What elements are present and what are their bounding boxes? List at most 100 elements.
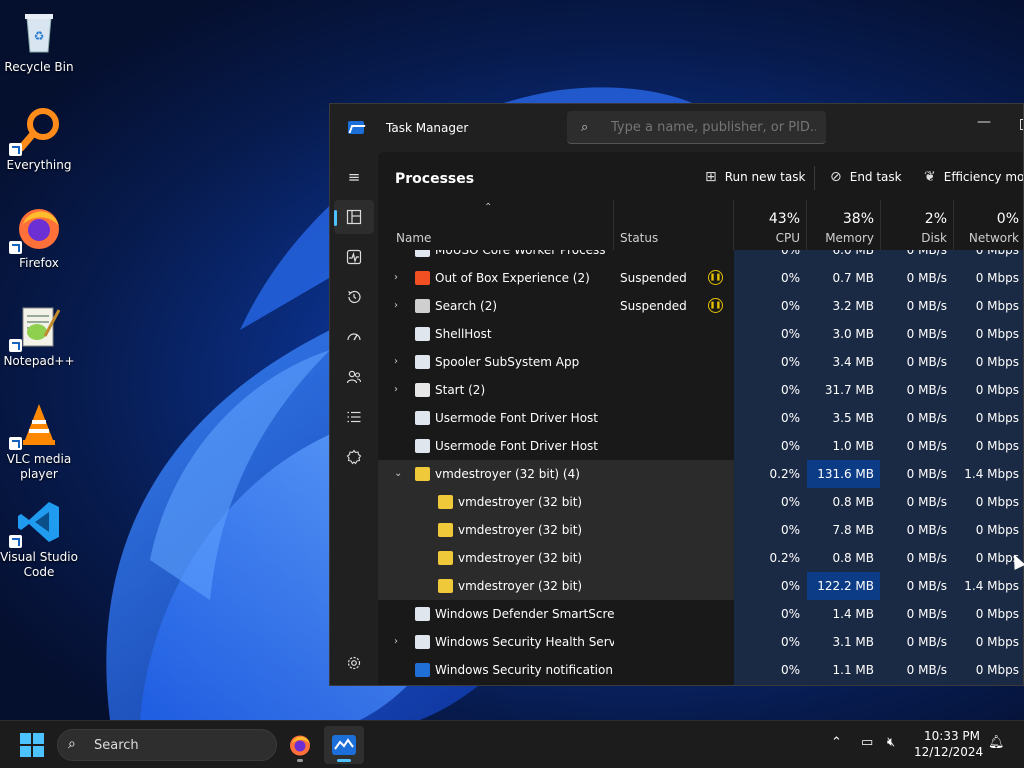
process-status-cell <box>614 600 734 628</box>
window-title: Task Manager <box>386 121 469 135</box>
table-row[interactable]: › Search (2) Suspended ❚❚ 0% 3.2 MB 0 MB/s 0 Mb… <box>378 292 1023 320</box>
shortcut-arrow-icon <box>9 535 22 548</box>
expand-chevron-icon[interactable]: › <box>394 376 406 404</box>
desktop-icon-label: Notepad++ <box>3 354 75 368</box>
table-row[interactable]: vmdestroyer (32 bit) 0% 0.8 MB 0 MB/s 0 Mbps <box>378 488 1023 516</box>
services-icon <box>346 449 362 465</box>
collapse-chevron-icon[interactable]: ⌄ <box>394 460 406 488</box>
taskbar-task-manager[interactable] <box>324 726 364 764</box>
volume-muted-icon[interactable]: 🔇︎ <box>887 735 895 750</box>
process-status-cell <box>614 488 734 516</box>
column-header-name[interactable]: Name <box>378 200 614 250</box>
process-name: vmdestroyer (32 bit) <box>458 579 583 593</box>
clock-date: 12/12/2024 <box>914 745 984 759</box>
nav-startup-apps[interactable] <box>334 320 374 354</box>
process-icon <box>415 355 430 369</box>
process-name-cell: Usermode Font Driver Host <box>378 404 614 432</box>
process-name: vmdestroyer (32 bit) <box>458 523 583 537</box>
memory-value: 131.6 MB <box>807 460 880 488</box>
maximize-button[interactable] <box>1014 114 1023 136</box>
disk-value: 0 MB/s <box>906 299 947 313</box>
memory-value: 0.8 MB <box>832 495 874 509</box>
expand-chevron-icon[interactable]: › <box>394 292 406 320</box>
desktop-icon-everything[interactable]: Everything <box>0 106 78 173</box>
nav-details[interactable] <box>334 400 374 434</box>
disk-value: 0 MB/s <box>906 383 947 397</box>
column-header-cpu[interactable]: 43% CPU <box>734 200 807 250</box>
cpu-value: 0% <box>780 635 800 649</box>
network-value: 0 Mbps <box>975 355 1019 369</box>
nav-processes[interactable] <box>334 200 374 234</box>
table-row[interactable]: vmdestroyer (32 bit) 0% 7.8 MB 0 MB/s 0 Mbps <box>378 516 1023 544</box>
notifications-bell-icon[interactable]: 🔔︎ <box>988 735 1005 750</box>
show-hidden-icons-chevron-icon[interactable]: ⌃ <box>831 735 842 750</box>
search-input[interactable] <box>611 117 816 137</box>
nav-app-history[interactable] <box>334 280 374 314</box>
process-name: Out of Box Experience (2) <box>435 271 590 285</box>
run-new-task-button[interactable]: ⊞ Run new task <box>705 169 805 185</box>
shortcut-arrow-icon <box>9 339 22 352</box>
search-box[interactable]: ⌕ <box>567 111 826 144</box>
table-row[interactable]: ShellHost 0% 3.0 MB 0 MB/s 0 Mbps <box>378 320 1023 348</box>
nav-settings[interactable] <box>334 646 374 680</box>
system-clock[interactable]: 10:33 PM 12/12/2024 <box>914 728 984 760</box>
desktop-icon-vscode[interactable]: Visual Studio Code <box>0 498 78 580</box>
table-row[interactable]: vmdestroyer (32 bit) 0% 122.2 MB 0 MB/s 1.4 … <box>378 572 1023 600</box>
desktop-icon-vlc[interactable]: VLC media player <box>0 400 78 482</box>
taskbar: ⌕ Search ⌃ ▭ 🔇︎ 10:33 PM 12/12/2024 🔔︎ <box>0 720 1024 768</box>
process-status-cell: Suspended ❚❚ <box>614 292 734 320</box>
column-header-status[interactable]: Status <box>614 200 734 250</box>
table-row[interactable]: vmdestroyer (32 bit) 0.2% 0.8 MB 0 MB/s 0 Mb… <box>378 544 1023 572</box>
desktop-icon-firefox[interactable]: Firefox <box>0 204 78 271</box>
column-header-memory[interactable]: 38% Memory <box>807 200 881 250</box>
taskbar-search[interactable]: ⌕ Search <box>57 729 277 761</box>
memory-value: 3.4 MB <box>832 355 874 369</box>
desktop-icon-label: VLC media player <box>6 452 72 481</box>
efficiency-mode-button[interactable]: ❦ Efficiency mod <box>924 169 1023 185</box>
table-row[interactable]: Usermode Font Driver Host 0% 3.5 MB 0 MB/s 0… <box>378 404 1023 432</box>
expand-chevron-icon[interactable]: › <box>394 264 406 292</box>
minimize-button[interactable]: — <box>964 114 1004 136</box>
title-bar[interactable]: Task Manager ⌕ — <box>330 104 1023 152</box>
run-new-task-label: Run new task <box>724 170 806 184</box>
table-row[interactable]: ⌄ vmdestroyer (32 bit) (4) 0.2% 131.6 MB 0 M… <box>378 460 1023 488</box>
table-row[interactable]: Windows Security notification... 0% 1.1 MB… <box>378 656 1023 684</box>
hamburger-menu-button[interactable]: ≡ <box>334 160 374 194</box>
table-row[interactable]: Usermode Font Driver Host 0% 1.0 MB 0 MB/s 0… <box>378 432 1023 460</box>
process-icon <box>438 551 453 565</box>
cpu-value: 0% <box>780 579 800 593</box>
desktop-icon-recycle-bin[interactable]: ♻ Recycle Bin <box>0 8 78 75</box>
process-name: MoUSO Core Worker Process <box>435 250 606 257</box>
search-icon: ⌕ <box>68 736 76 752</box>
start-button[interactable] <box>20 733 44 757</box>
process-status-cell <box>614 250 734 264</box>
performance-icon <box>346 249 362 265</box>
column-header-disk[interactable]: 2% Disk <box>881 200 954 250</box>
table-row[interactable]: Windows Defender SmartScreen 0% 1.4 MB 0 MB… <box>378 600 1023 628</box>
table-row[interactable]: › Windows Security Health Servi... 0% 3.1 M… <box>378 628 1023 656</box>
process-name-cell: ShellHost <box>378 320 614 348</box>
process-name: Start (2) <box>435 383 486 397</box>
suspended-pause-icon: ❚❚ <box>708 298 723 313</box>
network-icon[interactable]: ▭ <box>861 735 873 750</box>
table-row[interactable]: › Spooler SubSystem App 0% 3.4 MB 0 MB/s 0 Mb… <box>378 348 1023 376</box>
expand-chevron-icon[interactable]: › <box>394 348 406 376</box>
expand-chevron-icon[interactable]: › <box>394 628 406 656</box>
process-status-cell: Suspended ❚❚ <box>614 264 734 292</box>
column-header-network[interactable]: 0% Network <box>954 200 1023 250</box>
table-row[interactable]: › Start (2) 0% 31.7 MB 0 MB/s 0 Mbps <box>378 376 1023 404</box>
nav-performance[interactable] <box>334 240 374 274</box>
taskbar-firefox[interactable] <box>280 726 320 764</box>
table-row[interactable]: › Out of Box Experience (2) Suspended ❚❚ 0% 0… <box>378 264 1023 292</box>
process-status-cell <box>614 516 734 544</box>
memory-value: 1.1 MB <box>832 663 874 677</box>
disk-value: 0 MB/s <box>906 551 947 565</box>
clock-time: 10:33 PM <box>924 729 980 743</box>
nav-services[interactable] <box>334 440 374 474</box>
process-status-cell <box>614 460 734 488</box>
desktop-icon-notepad-plus-plus[interactable]: Notepad++ <box>0 302 78 369</box>
table-row[interactable]: MoUSO Core Worker Process 0% 6.0 MB 0 MB/s 0… <box>378 250 1023 264</box>
nav-users[interactable] <box>334 360 374 394</box>
end-task-button[interactable]: ⊘ End task <box>830 169 902 185</box>
disk-value: 0 MB/s <box>906 635 947 649</box>
